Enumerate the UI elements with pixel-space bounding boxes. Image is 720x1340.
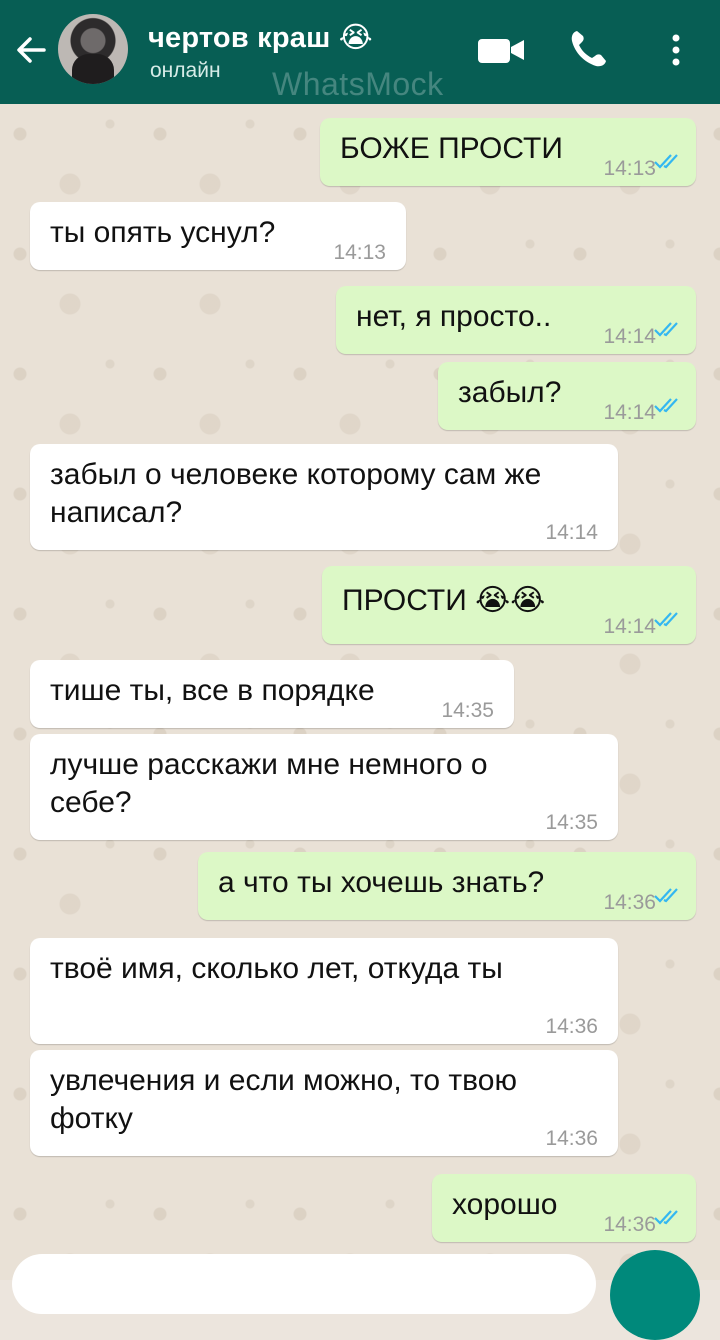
read-receipt-icon bbox=[654, 612, 678, 627]
message-incoming[interactable]: ты опять уснул? 14:13 bbox=[30, 202, 406, 270]
message-outgoing[interactable]: ПРОСТИ 😭😭 14:14 bbox=[322, 566, 696, 644]
message-time: 14:35 bbox=[545, 811, 598, 834]
read-receipt-icon bbox=[654, 154, 678, 169]
message-time: 14:36 bbox=[603, 891, 656, 914]
message-text: нет, я просто.. bbox=[356, 300, 552, 333]
chat-header: чертов краш 😭 онлайн WhatsMock bbox=[0, 0, 720, 104]
message-text: лучше расскажи мне немного о себе? bbox=[50, 748, 488, 819]
message-time: 14:36 bbox=[545, 1015, 598, 1038]
message-time: 14:36 bbox=[545, 1127, 598, 1150]
read-receipt-icon bbox=[654, 888, 678, 903]
message-incoming[interactable]: увлечения и если можно, то твою фотку 14… bbox=[30, 1050, 618, 1156]
message-text: твоё имя, сколько лет, откуда ты bbox=[50, 952, 503, 985]
message-text: забыл? bbox=[458, 376, 562, 409]
contact-status: онлайн bbox=[150, 59, 221, 82]
more-options-icon[interactable] bbox=[662, 30, 690, 70]
crying-emoji: 😭 bbox=[338, 22, 373, 54]
read-receipt-icon bbox=[654, 398, 678, 413]
message-text: увлечения и если можно, то твою фотку bbox=[50, 1064, 517, 1135]
mic-button[interactable] bbox=[610, 1250, 700, 1340]
message-text: а что ты хочешь знать? bbox=[218, 866, 545, 899]
message-time: 14:14 bbox=[603, 325, 656, 348]
message-incoming[interactable]: забыл о человеке которому сам же написал… bbox=[30, 444, 618, 550]
read-receipt-icon bbox=[654, 322, 678, 337]
watermark: WhatsMock bbox=[272, 66, 444, 102]
message-text: забыл о человеке которому сам же написал… bbox=[50, 458, 542, 529]
message-outgoing[interactable]: нет, я просто.. 14:14 bbox=[336, 286, 696, 354]
message-incoming[interactable]: твоё имя, сколько лет, откуда ты 14:36 bbox=[30, 938, 618, 1044]
message-text: тише ты, все в порядке bbox=[50, 674, 375, 707]
message-list[interactable]: БОЖЕ ПРОСТИ 14:13 ты опять уснул? 14:13 … bbox=[0, 104, 720, 1280]
message-incoming[interactable]: тише ты, все в порядке 14:35 bbox=[30, 660, 514, 728]
message-time: 14:35 bbox=[441, 699, 494, 722]
message-time: 14:36 bbox=[603, 1213, 656, 1236]
message-text: ПРОСТИ 😭😭 bbox=[342, 584, 546, 617]
message-text: ты опять уснул? bbox=[50, 216, 276, 249]
back-arrow-icon[interactable] bbox=[14, 30, 50, 70]
message-incoming[interactable]: лучше расскажи мне немного о себе? 14:35 bbox=[30, 734, 618, 840]
message-outgoing[interactable]: а что ты хочешь знать? 14:36 bbox=[198, 852, 696, 920]
message-outgoing[interactable]: забыл? 14:14 bbox=[438, 362, 696, 430]
message-text: хорошо bbox=[452, 1188, 558, 1221]
message-outgoing[interactable]: БОЖЕ ПРОСТИ 14:13 bbox=[320, 118, 696, 186]
video-call-icon[interactable] bbox=[476, 34, 526, 66]
message-time: 14:14 bbox=[603, 615, 656, 638]
message-text: БОЖЕ ПРОСТИ bbox=[340, 132, 563, 165]
phone-icon[interactable] bbox=[568, 28, 608, 70]
message-outgoing[interactable]: хорошо 14:36 bbox=[432, 1174, 696, 1242]
contact-avatar[interactable] bbox=[58, 14, 128, 84]
message-time: 14:13 bbox=[603, 157, 656, 180]
message-time: 14:14 bbox=[545, 521, 598, 544]
contact-name[interactable]: чертов краш 😭 bbox=[148, 20, 373, 55]
read-receipt-icon bbox=[654, 1210, 678, 1225]
message-input[interactable] bbox=[12, 1254, 596, 1314]
message-time: 14:14 bbox=[603, 401, 656, 424]
message-time: 14:13 bbox=[333, 241, 386, 264]
